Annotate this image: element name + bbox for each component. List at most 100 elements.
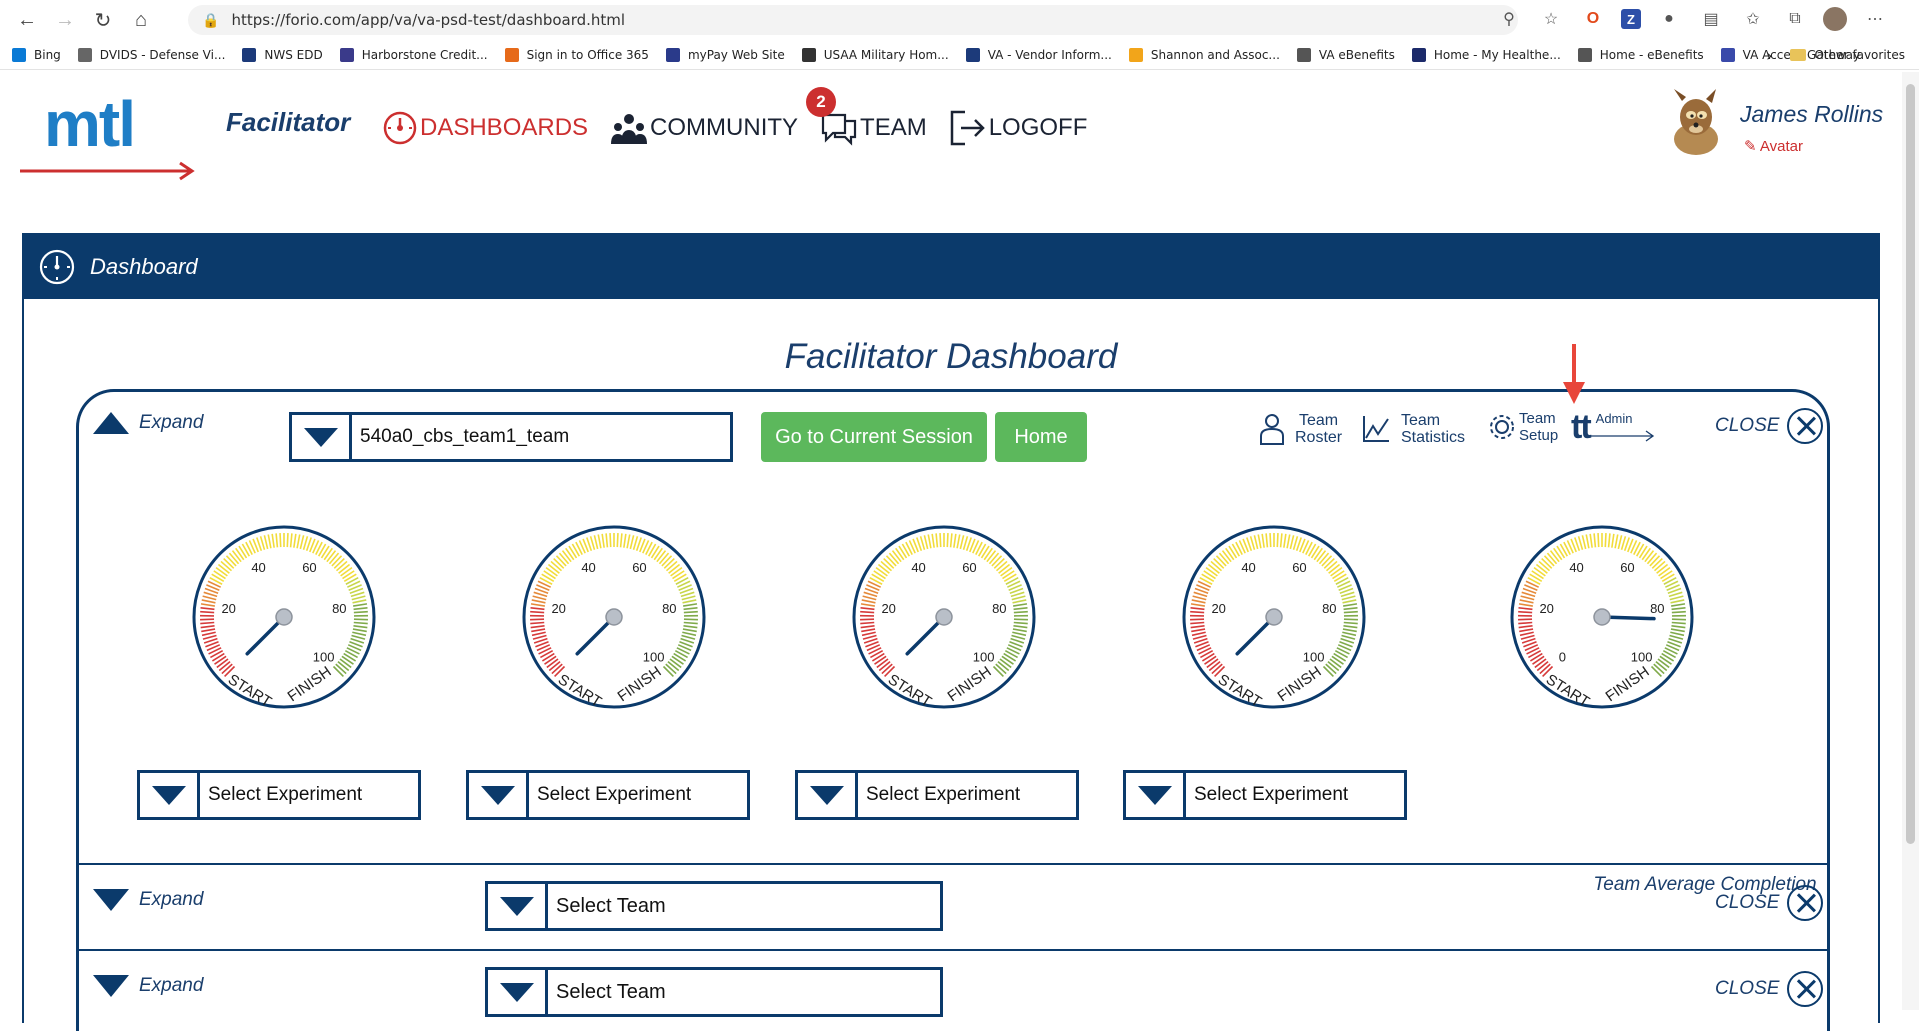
zoom-icon[interactable]: ⚲ [1495, 5, 1523, 33]
bookmark-label[interactable]: USAA Military Hom... [824, 48, 949, 62]
go-to-current-session-button[interactable]: Go to Current Session [761, 412, 987, 462]
edit-avatar-link[interactable]: ✎ Avatar [1744, 137, 1803, 155]
bookmark-label[interactable]: Harborstone Credit... [362, 48, 488, 62]
other-favorites-label[interactable]: Other favorites [1814, 48, 1905, 62]
back-icon[interactable]: ← [8, 1, 46, 39]
experiment-select-3-value[interactable]: Select Experiment [858, 773, 1020, 817]
bookmark-label[interactable]: Shannon and Assoc... [1151, 48, 1280, 62]
bookmark-item[interactable]: Home - My Healthe... [1412, 48, 1561, 62]
expand-toggle[interactable]: Expand [93, 975, 203, 997]
home-icon[interactable]: ⌂ [122, 1, 160, 39]
bookmark-item[interactable]: VA - Vendor Inform... [966, 48, 1112, 62]
experiment-select-1-value[interactable]: Select Experiment [200, 773, 362, 817]
extension-icon[interactable]: ● [1655, 5, 1683, 33]
collections-icon[interactable]: ⧉ [1781, 5, 1809, 33]
nav-logoff-label[interactable]: LOGOFF [989, 114, 1088, 142]
page-scrollbar[interactable] [1902, 72, 1919, 1010]
bookmark-label[interactable]: Home - eBenefits [1600, 48, 1704, 62]
dropdown-arrow-icon[interactable] [1126, 773, 1186, 817]
nav-community-label[interactable]: COMMUNITY [650, 114, 798, 142]
bookmark-label[interactable]: myPay Web Site [688, 48, 785, 62]
bookmark-item[interactable]: Home - eBenefits [1578, 48, 1704, 62]
dropdown-arrow-icon[interactable] [292, 415, 352, 459]
close-section-button[interactable]: CLOSE [1715, 885, 1823, 921]
team-select[interactable]: Select Team [485, 881, 943, 931]
close-section-button[interactable]: CLOSE [1715, 408, 1823, 444]
expand-label[interactable]: Expand [139, 889, 203, 911]
close-section-button[interactable]: CLOSE [1715, 971, 1823, 1007]
experiment-select-2-value[interactable]: Select Experiment [529, 773, 691, 817]
close-label[interactable]: CLOSE [1715, 892, 1779, 914]
scrollbar-thumb[interactable] [1906, 84, 1915, 844]
avatar[interactable] [1666, 87, 1730, 157]
more-menu-icon[interactable]: ⋯ [1861, 5, 1889, 33]
close-circle-icon[interactable] [1787, 408, 1823, 444]
bookmark-label[interactable]: Home - My Healthe... [1434, 48, 1561, 62]
profile-avatar[interactable] [1823, 7, 1847, 31]
address-bar[interactable]: 🔒 https://forio.com/app/va/va-psd-test/d… [188, 5, 1518, 35]
bookmark-item[interactable]: Harborstone Credit... [340, 48, 488, 62]
team-select-value[interactable]: Select Team [548, 970, 666, 1014]
expand-label[interactable]: Expand [139, 412, 203, 434]
nav-dashboards-label[interactable]: DASHBOARDS [420, 114, 588, 142]
team-setup-label-1[interactable]: Team [1519, 410, 1558, 427]
nav-community[interactable]: COMMUNITY [610, 107, 798, 149]
bookmark-item[interactable]: VA eBenefits [1297, 48, 1395, 62]
bookmark-label[interactable]: VA eBenefits [1319, 48, 1395, 62]
office-extension-icon[interactable]: O [1579, 5, 1607, 33]
experiment-select-1[interactable]: Select Experiment [137, 770, 421, 820]
experiment-select-2[interactable]: Select Experiment [466, 770, 750, 820]
close-circle-icon[interactable] [1787, 971, 1823, 1007]
expand-label[interactable]: Expand [139, 975, 203, 997]
bookmark-label[interactable]: Bing [34, 48, 61, 62]
team-statistics-tool[interactable]: Team Statistics [1361, 412, 1465, 446]
forward-icon[interactable]: → [46, 1, 84, 39]
other-favorites[interactable]: › Other favorites [1766, 40, 1905, 70]
close-circle-icon[interactable] [1787, 885, 1823, 921]
chevron-right-icon[interactable]: › [1766, 46, 1772, 65]
dropdown-arrow-icon[interactable] [488, 970, 548, 1014]
team-statistics-label-2[interactable]: Statistics [1401, 429, 1465, 446]
zotero-extension-icon[interactable]: Z [1621, 9, 1641, 29]
team-select[interactable]: 540a0_cbs_team1_team [289, 412, 733, 462]
bookmark-item[interactable]: Bing [12, 48, 61, 62]
url-text[interactable]: https://forio.com/app/va/va-psd-test/das… [231, 11, 625, 29]
close-label[interactable]: CLOSE [1715, 415, 1779, 437]
bookmark-item[interactable]: USAA Military Hom... [802, 48, 949, 62]
collapse-toggle[interactable]: Expand [93, 412, 203, 434]
avatar-link-label[interactable]: Avatar [1760, 138, 1803, 155]
bookmark-item[interactable]: NWS EDD [242, 48, 322, 62]
home-button[interactable]: Home [995, 412, 1087, 462]
nav-team-label[interactable]: TEAM [860, 114, 927, 142]
refresh-icon[interactable]: ↻ [84, 1, 122, 39]
team-roster-tool[interactable]: Team Roster [1257, 412, 1342, 446]
team-roster-label-2[interactable]: Roster [1295, 429, 1342, 446]
bookmark-label[interactable]: DVIDS - Defense Vi... [100, 48, 226, 62]
bookmark-label[interactable]: VA - Vendor Inform... [988, 48, 1112, 62]
nav-dashboards[interactable]: DASHBOARDS [382, 107, 588, 149]
dropdown-arrow-icon[interactable] [140, 773, 200, 817]
nav-logoff[interactable]: LOGOFF [949, 107, 1088, 149]
admin-tool[interactable]: tt Admin [1571, 410, 1666, 444]
team-select-value[interactable]: 540a0_cbs_team1_team [352, 415, 569, 459]
experiment-select-3[interactable]: Select Experiment [795, 770, 1079, 820]
bookmark-label[interactable]: Sign in to Office 365 [527, 48, 649, 62]
bookmark-label[interactable]: NWS EDD [264, 48, 322, 62]
close-label[interactable]: CLOSE [1715, 978, 1779, 1000]
bookmark-item[interactable]: myPay Web Site [666, 48, 785, 62]
mtl-logo[interactable]: mtl [20, 91, 200, 181]
dropdown-arrow-icon[interactable] [798, 773, 858, 817]
dropdown-arrow-icon[interactable] [469, 773, 529, 817]
team-notification-badge[interactable]: 2 [806, 87, 836, 117]
user-name[interactable]: James Rollins [1740, 101, 1883, 128]
nav-team[interactable]: TEAM [820, 107, 927, 149]
experiment-select-4-value[interactable]: Select Experiment [1186, 773, 1348, 817]
favorite-star-icon[interactable]: ☆ [1537, 5, 1565, 33]
team-setup-label-2[interactable]: Setup [1519, 427, 1558, 444]
bookmark-item[interactable]: DVIDS - Defense Vi... [78, 48, 226, 62]
admin-label[interactable]: Admin [1596, 410, 1633, 427]
favorites-list-icon[interactable]: ✩ [1739, 5, 1767, 33]
expand-toggle[interactable]: Expand [93, 889, 203, 911]
experiment-select-4[interactable]: Select Experiment [1123, 770, 1407, 820]
bookmark-item[interactable]: Sign in to Office 365 [505, 48, 649, 62]
